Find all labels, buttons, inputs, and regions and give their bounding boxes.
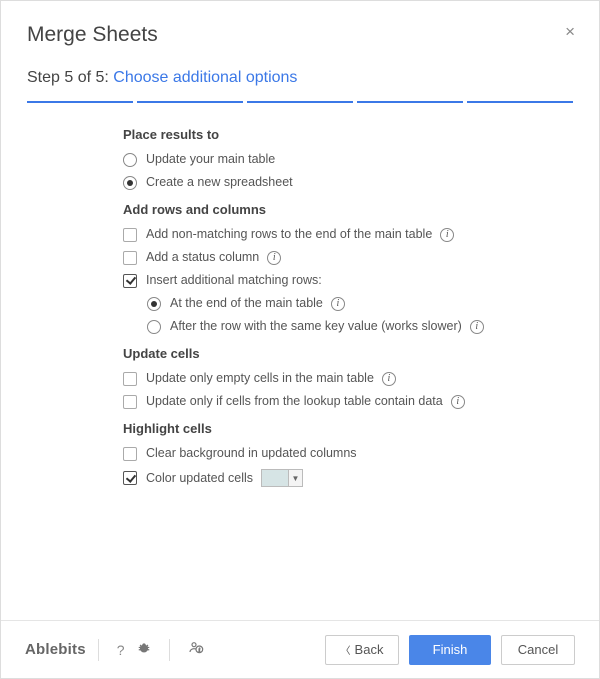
step-subtitle: Choose additional options [113,69,297,86]
info-icon[interactable] [382,372,396,386]
back-button[interactable]: 〈Back [325,635,399,665]
check-clear-background[interactable]: Clear background in updated columns [123,446,575,461]
info-icon[interactable] [470,320,484,334]
radio-icon [123,176,137,190]
checkbox-label: Update only if cells from the lookup tab… [146,394,443,409]
bug-icon[interactable] [137,641,151,658]
dialog-title: Merge Sheets [27,23,158,46]
step-indicator: Step 5 of 5: Choose additional options [1,55,599,87]
checkbox-icon [123,274,137,288]
checkbox-label: Add a status column [146,250,259,265]
check-status-column[interactable]: Add a status column [123,250,575,265]
checkbox-label: Clear background in updated columns [146,446,357,461]
info-icon[interactable] [267,251,281,265]
section-add-rows: Add rows and columns [123,202,575,217]
close-icon[interactable]: × [565,23,575,40]
info-icon[interactable] [331,297,345,311]
account-icon[interactable]: i [188,640,204,659]
color-swatch [262,470,288,486]
info-icon[interactable] [451,395,465,409]
radio-icon [123,153,137,167]
help-icon[interactable]: ? [117,642,125,658]
radio-label: After the row with the same key value (w… [170,319,462,334]
checkbox-label: Add non-matching rows to the end of the … [146,227,432,242]
finish-button[interactable]: Finish [409,635,491,665]
section-place-results: Place results to [123,127,575,142]
checkbox-icon [123,251,137,265]
brand-label: Ablebits [25,641,86,658]
check-empty-cells[interactable]: Update only empty cells in the main tabl… [123,371,575,386]
chevron-down-icon: ▼ [288,470,302,486]
info-icon[interactable] [440,228,454,242]
chevron-left-icon: 〈 [341,642,351,657]
radio-update-main-table[interactable]: Update your main table [123,152,575,167]
cancel-button[interactable]: Cancel [501,635,575,665]
radio-insert-end[interactable]: At the end of the main table [147,296,575,311]
radio-label: At the end of the main table [170,296,323,311]
radio-label: Update your main table [146,152,275,167]
color-picker[interactable]: ▼ [261,469,303,487]
radio-icon [147,297,161,311]
checkbox-label: Color updated cells [146,471,253,486]
check-color-cells[interactable]: Color updated cells ▼ [123,469,575,487]
checkbox-icon [123,395,137,409]
radio-label: Create a new spreadsheet [146,175,293,190]
checkbox-icon [123,228,137,242]
section-update-cells: Update cells [123,346,575,361]
checkbox-label: Update only empty cells in the main tabl… [146,371,374,386]
section-highlight: Highlight cells [123,421,575,436]
checkbox-icon [123,471,137,485]
check-contain-data[interactable]: Update only if cells from the lookup tab… [123,394,575,409]
checkbox-label: Insert additional matching rows: [146,273,322,288]
progress-bar [27,101,573,103]
check-nonmatching-rows[interactable]: Add non-matching rows to the end of the … [123,227,575,242]
checkbox-icon [123,372,137,386]
radio-create-spreadsheet[interactable]: Create a new spreadsheet [123,175,575,190]
radio-icon [147,320,161,334]
step-number: Step 5 of 5: [27,69,113,86]
radio-insert-key[interactable]: After the row with the same key value (w… [147,319,575,334]
checkbox-icon [123,447,137,461]
check-insert-matching[interactable]: Insert additional matching rows: [123,273,575,288]
